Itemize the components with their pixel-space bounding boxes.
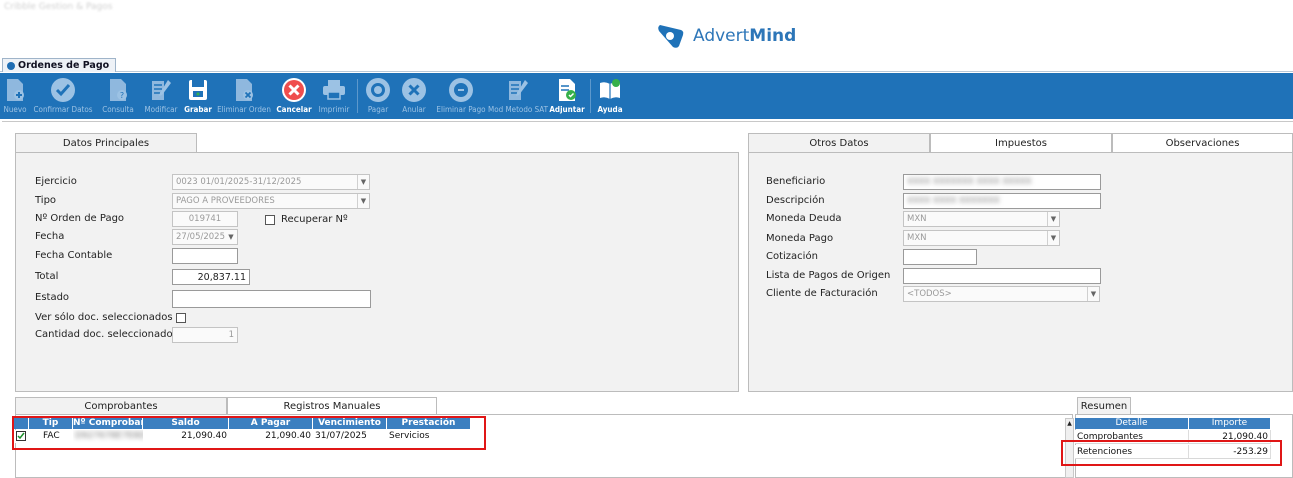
tab-comprobantes[interactable]: Comprobantes <box>15 397 227 415</box>
descripcion-input[interactable]: XXXX XXXX XXXXXXX <box>903 193 1101 209</box>
fecha-contable-input[interactable] <box>172 248 238 264</box>
cliente-facturacion-label: Cliente de Facturación <box>766 288 878 299</box>
pagar-button[interactable]: Pagar <box>361 73 395 119</box>
svg-text:?: ? <box>120 91 124 100</box>
cancelar-button[interactable]: Cancelar <box>274 73 314 119</box>
document-search-icon: ? <box>105 77 131 103</box>
beneficiario-label: Beneficiario <box>766 176 826 187</box>
save-disk-icon <box>185 77 211 103</box>
x-circle-icon <box>401 77 427 103</box>
cliente-facturacion-select[interactable]: <TODOS> ▼ <box>903 286 1100 302</box>
ver-solo-checkbox[interactable] <box>176 313 186 323</box>
cancel-circle-icon <box>281 77 307 103</box>
chevron-down-icon: ▼ <box>1087 287 1099 301</box>
printer-icon <box>321 77 347 103</box>
resumen-grid-header: Detalle Importe <box>1075 418 1271 429</box>
chevron-down-icon: ▼ <box>228 233 234 241</box>
recuperar-label: Recuperar Nº <box>281 214 348 225</box>
document-delete-icon <box>231 77 257 103</box>
moneda-pago-select[interactable]: MXN ▼ <box>903 230 1060 246</box>
fecha-input[interactable]: 27/05/2025 ▼ <box>172 229 238 245</box>
tab-datos-principales[interactable]: Datos Principales <box>15 133 197 153</box>
fecha-label: Fecha <box>35 231 65 242</box>
comprobantes-highlight-box <box>12 416 486 450</box>
tab-impuestos[interactable]: Impuestos <box>930 133 1112 153</box>
lista-pagos-label: Lista de Pagos de Origen <box>766 270 891 281</box>
imprimir-button[interactable]: Imprimir <box>314 73 354 119</box>
help-book-icon <box>597 77 623 103</box>
estado-label: Estado <box>35 292 70 303</box>
scroll-up-icon[interactable]: ▲ <box>1066 419 1073 428</box>
edit-method-icon <box>505 77 531 103</box>
adjuntar-button[interactable]: Adjuntar <box>547 73 587 119</box>
document-add-icon <box>2 77 28 103</box>
check-circle-icon <box>50 77 76 103</box>
moneda-deuda-label: Moneda Deuda <box>766 213 842 224</box>
chevron-down-icon: ▼ <box>357 194 369 208</box>
cotizacion-input[interactable] <box>903 249 977 265</box>
eliminar-orden-button[interactable]: Eliminar Orden <box>214 73 274 119</box>
tab-divider <box>197 152 739 153</box>
pay-coin-icon <box>365 77 391 103</box>
orden-pago-input[interactable]: 019741 <box>172 211 238 227</box>
edit-document-icon <box>148 77 174 103</box>
mod-metodo-sat-button[interactable]: Mod Metodo SAT <box>488 73 548 119</box>
moneda-deuda-select[interactable]: MXN ▼ <box>903 211 1060 227</box>
beneficiario-input[interactable]: XXXX XXXXXXX XXXX XXXXX <box>903 174 1101 190</box>
toolbar-separator <box>357 79 358 113</box>
attach-document-icon <box>554 77 580 103</box>
top-left-caption: Cribble Gestion & Pagos <box>4 2 113 12</box>
descripcion-label: Descripción <box>766 195 825 206</box>
total-input[interactable]: 20,837.11 <box>172 269 250 285</box>
window-tab-title: Ordenes de Pago <box>18 60 110 71</box>
retenciones-highlight-box <box>1061 440 1282 466</box>
window-tab-icon <box>7 61 15 70</box>
window-tab-strip: Ordenes de Pago <box>0 58 1293 72</box>
consulta-button[interactable]: ? Consulta <box>96 73 140 119</box>
ver-solo-label: Ver sólo doc. seleccionados <box>35 312 173 323</box>
tipo-label: Tipo <box>35 195 57 206</box>
window-tab-ordenes-de-pago[interactable]: Ordenes de Pago <box>2 58 117 72</box>
chevron-down-icon: ▼ <box>1047 231 1059 245</box>
eliminar-pago-button[interactable]: Eliminar Pago <box>433 73 489 119</box>
main-toolbar: Nuevo Confirmar Datos ? Consulta Modific… <box>0 73 1293 119</box>
ejercicio-label: Ejercicio <box>35 176 77 187</box>
tipo-select[interactable]: PAGO A PROVEEDORES ▼ <box>172 193 370 209</box>
orden-pago-label: Nº Orden de Pago <box>35 213 125 224</box>
tab-registros-manuales[interactable]: Registros Manuales <box>227 397 437 415</box>
brand-name: AdvertMind <box>693 26 797 46</box>
fecha-contable-label: Fecha Contable <box>35 250 113 261</box>
cotizacion-label: Cotización <box>766 251 818 262</box>
cantidad-input[interactable]: 1 <box>172 327 238 343</box>
advertmind-logo-icon <box>658 25 684 48</box>
col-importe[interactable]: Importe <box>1189 418 1271 429</box>
nuevo-button[interactable]: Nuevo <box>0 73 30 119</box>
brand-logo: AdvertMind <box>655 21 796 51</box>
col-detalle[interactable]: Detalle <box>1075 418 1189 429</box>
moneda-pago-label: Moneda Pago <box>766 233 834 244</box>
lista-pagos-input[interactable] <box>903 268 1101 284</box>
estado-input[interactable] <box>172 290 371 308</box>
toolbar-separator <box>590 79 591 113</box>
anular-button[interactable]: Anular <box>395 73 433 119</box>
tab-otros-datos[interactable]: Otros Datos <box>748 133 930 153</box>
grabar-button[interactable]: Grabar <box>182 73 214 119</box>
delete-pay-icon <box>448 77 474 103</box>
recuperar-checkbox[interactable] <box>265 215 275 225</box>
cantidad-label: Cantidad doc. seleccionados <box>35 329 178 340</box>
chevron-down-icon: ▼ <box>357 175 369 189</box>
ayuda-button[interactable]: Ayuda <box>594 73 626 119</box>
confirmar-datos-button[interactable]: Confirmar Datos <box>30 73 96 119</box>
tab-observaciones[interactable]: Observaciones <box>1112 133 1293 153</box>
modificar-button[interactable]: Modificar <box>140 73 182 119</box>
chevron-down-icon: ▼ <box>1047 212 1059 226</box>
total-label: Total <box>35 271 59 282</box>
ejercicio-select[interactable]: 0023 01/01/2025-31/12/2025 ▼ <box>172 174 370 190</box>
tab-resumen[interactable]: Resumen <box>1077 397 1131 415</box>
datos-principales-panel <box>15 152 739 392</box>
